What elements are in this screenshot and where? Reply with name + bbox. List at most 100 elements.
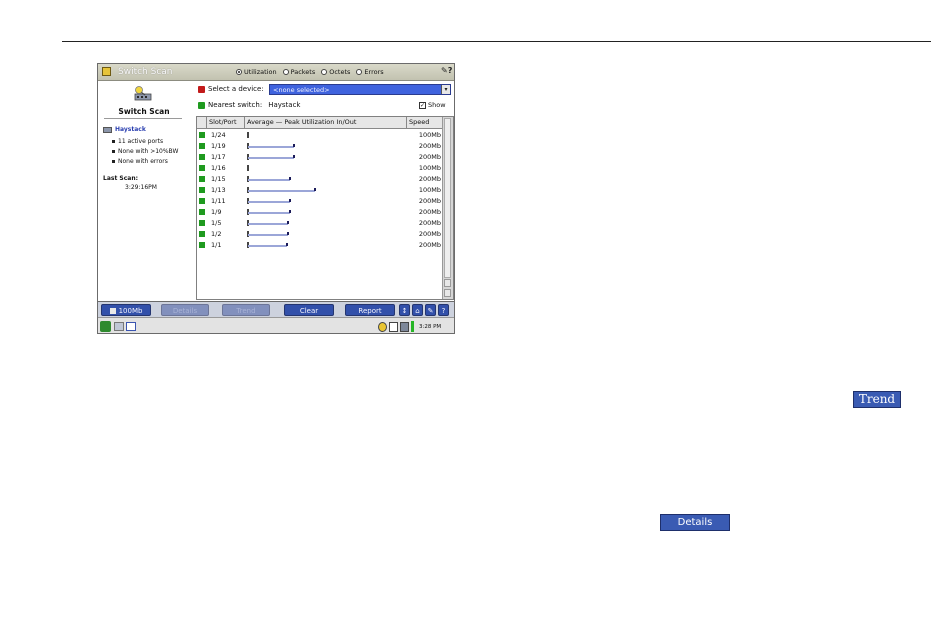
speed-filter-button[interactable]: 100Mb [101,304,151,316]
port-cell: 1/24 [211,131,226,139]
help-icon[interactable]: ✎? [441,66,452,75]
port-cell: 1/2 [211,230,222,238]
trend-button-disabled[interactable]: Trend [222,304,270,316]
port-cell: 1/5 [211,219,222,227]
port-status-icon [199,242,205,248]
button-bar: 100Mb Details Trend Clear Report ↕ ⌂ ✎ ? [98,301,454,318]
peak-marker [293,144,295,147]
col-slot-port[interactable]: Slot/Port [207,117,245,128]
task-icon-b[interactable] [126,322,136,331]
table-row[interactable]: 1/15 200Mb [197,174,443,185]
scroll-down-button[interactable] [444,289,451,297]
clipboard-icon[interactable] [389,321,398,332]
switch-scan-label: Switch Scan [118,107,170,116]
select-device-row: Select a device: [198,85,264,93]
clear-button[interactable]: Clear [284,304,334,316]
radio-icon [356,69,363,75]
speed-cell: 200Mb [418,241,441,249]
table-row[interactable]: 1/13 100Mb [197,185,443,196]
bullet-icon [112,150,115,153]
peak-marker [287,232,289,235]
table-row[interactable]: 1/11 200Mb [197,196,443,207]
speed-cell: 200Mb [418,153,441,161]
mode-packets[interactable]: Packets [282,68,315,76]
speed-cell: 200Mb [418,208,441,216]
chevron-down-icon[interactable]: ▾ [441,85,450,94]
status-bar: 3:28 PM [98,317,454,333]
tools-icon[interactable]: ✎ [425,304,436,316]
report-button[interactable]: Report [345,304,395,316]
network-icon[interactable] [400,321,409,332]
start-menu-icon[interactable] [100,321,111,332]
peak-marker [289,199,291,202]
task-icon-a[interactable] [114,322,124,331]
page-header-rule [62,41,931,42]
scroll-icon[interactable]: ↕ [399,304,410,316]
nearest-label: Nearest switch: [208,101,263,109]
port-status-icon [199,187,205,193]
table-row[interactable]: 1/16 100Mb [197,163,443,174]
alert-icon[interactable] [378,321,387,332]
table-row[interactable]: 1/24 100Mb [197,130,443,141]
port-status-icon [199,220,205,226]
switch-icon [103,126,112,133]
utilization-bar [248,146,294,148]
peak-marker [287,221,289,224]
scrollbar-thumb[interactable] [444,118,451,278]
battery-icon [411,321,414,332]
mode-errors[interactable]: Errors [356,68,384,76]
scrollbar[interactable] [442,117,453,299]
col-speed[interactable]: Speed [407,117,443,128]
trend-button[interactable]: Trend [853,391,901,408]
table-row[interactable]: 1/2 200Mb [197,229,443,240]
radio-icon [236,69,242,75]
utilization-bar [248,157,294,159]
speed-cell: 200Mb [418,197,441,205]
port-cell: 1/17 [211,153,226,161]
col-utilization[interactable]: Average — Peak Utilization In/Out [245,117,407,128]
speed-icon [109,308,116,314]
table-row[interactable]: 1/5 200Mb [197,218,443,229]
mode-label: Octets [329,68,351,76]
select-device-label: Select a device: [208,85,264,93]
speed-cell: 100Mb [418,131,441,139]
details-button-disabled[interactable]: Details [161,304,209,316]
table-row[interactable]: 1/17 200Mb [197,152,443,163]
stat-text: None with errors [118,158,168,165]
port-status-icon [199,231,205,237]
port-cell: 1/16 [211,164,226,172]
table-row[interactable]: 1/1 200Mb [197,240,443,251]
mode-octets[interactable]: Octets [321,68,350,76]
show-toggle[interactable]: ✓ Show [419,101,446,109]
details-button[interactable]: Details [660,514,730,531]
app-menu-icon[interactable] [102,67,111,76]
last-scan-label: Last Scan: [103,175,138,182]
speed-cell: 200Mb [418,219,441,227]
sort-icon[interactable] [197,117,207,128]
port-cell: 1/1 [211,241,222,249]
mode-label: Errors [364,68,384,76]
scroll-up-button[interactable] [444,279,451,287]
table-row[interactable]: 1/9 200Mb [197,207,443,218]
device-dropdown[interactable]: <none selected> ▾ [269,84,451,95]
home-icon[interactable]: ⌂ [412,304,423,316]
left-pane: Switch Scan Haystack 11 active ports Non… [98,81,193,301]
bullet-icon [112,140,115,143]
table-row[interactable]: 1/19 200Mb [197,141,443,152]
port-status-icon [199,154,205,160]
port-cell: 1/9 [211,208,222,216]
port-cell: 1/19 [211,142,226,150]
mode-radio-group: Utilization Packets Octets Errors [236,68,384,76]
radio-icon [321,69,328,75]
switch-link[interactable]: Haystack [103,126,146,133]
utilization-bar-base [247,132,249,138]
window-title: Switch Scan [118,67,173,77]
help-button-icon[interactable]: ? [438,304,449,316]
stat-bandwidth: None with >10%BW [112,148,178,155]
table-header: Slot/Port Average — Peak Utilization In/… [197,117,443,129]
mode-utilization[interactable]: Utilization [236,68,277,76]
speed-cell: 200Mb [418,175,441,183]
last-scan-time: 3:29:16PM [125,184,157,191]
nearest-value: Haystack [268,101,301,109]
checkbox-checked-icon[interactable]: ✓ [419,101,426,109]
